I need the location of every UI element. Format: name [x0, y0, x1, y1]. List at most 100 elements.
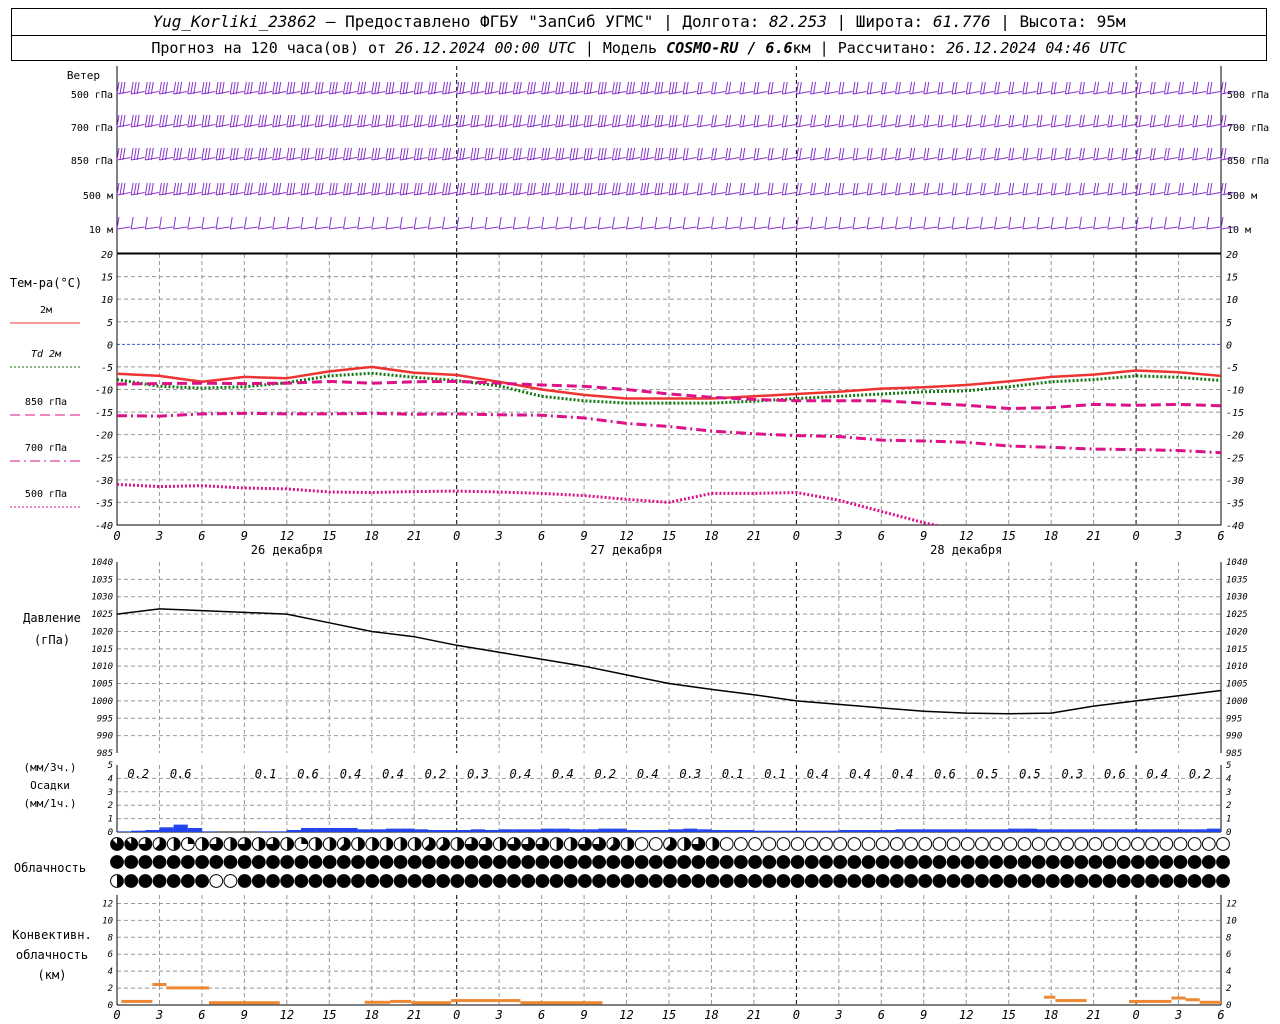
precip-bar	[442, 829, 457, 832]
wind-barb-feather	[855, 182, 859, 196]
cloud-symbol	[209, 874, 224, 888]
wind-barb-feather	[515, 81, 519, 95]
wind-barb-feather	[442, 147, 446, 161]
wind-barb	[555, 182, 570, 196]
cloud-symbol	[705, 874, 720, 888]
wind-barb-feather	[272, 81, 276, 95]
wind-barb-feather	[852, 114, 856, 128]
wind-barb-feather	[158, 147, 162, 161]
cloud-symbol	[195, 874, 209, 888]
wind-barb	[1163, 216, 1178, 230]
wind-barb-shaft	[768, 226, 782, 230]
wind-barb-shaft	[753, 124, 768, 128]
wind-barb-shaft	[966, 124, 980, 128]
wind-barb	[710, 114, 725, 128]
wind-barb	[909, 216, 924, 230]
wind-barb	[994, 147, 1009, 161]
wind-barb	[1050, 114, 1065, 128]
wind-barb-feather	[657, 81, 661, 95]
wind-barb-feather	[427, 182, 431, 196]
wind-barb	[767, 182, 782, 196]
wind-barb	[1121, 81, 1136, 95]
wind-barb-feather	[357, 81, 361, 95]
wind-barb	[215, 182, 230, 196]
pressure-tick-right: 985	[1226, 749, 1242, 759]
cloud-full	[422, 855, 436, 869]
wind-barb-feather	[798, 182, 802, 196]
precip-bar	[612, 828, 627, 832]
wind-barb-feather	[813, 81, 817, 95]
wind-barb	[314, 147, 329, 161]
cloud-outline	[762, 837, 777, 851]
wind-barb-feather	[328, 114, 332, 128]
convective-tick-left: 8	[108, 933, 113, 943]
wind-barb-shaft	[824, 192, 839, 196]
precip-bar	[541, 828, 556, 832]
wind-barb-feather	[232, 147, 236, 161]
cloud-symbol	[492, 874, 507, 888]
wind-barb	[442, 182, 457, 196]
wind-barb-feather	[951, 81, 955, 95]
precip-3h-total: 0.4	[552, 767, 574, 781]
cloud-symbol	[975, 837, 989, 851]
convective-x-tick: 9	[920, 1008, 927, 1022]
wind-barb-feather	[1036, 216, 1040, 230]
wind-barb-feather	[529, 114, 533, 128]
wind-barb-feather	[699, 114, 703, 128]
cloud-symbol	[1159, 874, 1174, 888]
temp-x-tick: 18	[704, 529, 718, 543]
wind-barb-feather	[926, 182, 930, 196]
wind-barb	[937, 81, 952, 95]
wind-barb-feather	[147, 81, 151, 95]
cloud-full	[762, 874, 777, 888]
wind-barb-feather	[317, 147, 321, 161]
wind-barb-feather	[1178, 216, 1182, 230]
wind-barb	[1135, 81, 1150, 95]
wind-barb-feather	[824, 114, 828, 128]
wind-barb-feather	[713, 114, 717, 128]
wind-barb	[555, 81, 570, 95]
wind-barb-feather	[1053, 114, 1057, 128]
wind-barb-shaft	[711, 91, 725, 95]
wind-barb-shaft	[753, 91, 768, 95]
wind-barb-feather	[583, 147, 587, 161]
wind-barb	[1135, 182, 1150, 196]
temp-x-tick: 15	[662, 529, 676, 543]
cloud-symbol	[620, 837, 635, 851]
wind-barb-shaft	[343, 226, 357, 230]
wind-barb-feather	[371, 147, 375, 161]
wind-barb	[498, 147, 513, 161]
wind-barb-feather	[442, 216, 446, 230]
wind-barb-feather	[300, 182, 304, 196]
wind-barb-feather	[923, 147, 927, 161]
wind-barb	[1206, 182, 1221, 196]
wind-barb-feather	[558, 147, 562, 161]
convective-tick-left: 6	[108, 950, 113, 960]
cloud-symbol	[209, 855, 224, 869]
cloud-symbol	[1017, 837, 1032, 851]
cloud-symbol	[138, 855, 153, 869]
wind-barb-feather	[360, 147, 364, 161]
wind-barb-feather	[1166, 114, 1170, 128]
precip-bar	[753, 830, 769, 832]
wind-barb-feather	[710, 81, 714, 95]
cloud-symbol	[124, 855, 139, 869]
cloud-outline	[946, 837, 961, 851]
wind-barb-feather	[286, 147, 290, 161]
wind-barb-shaft	[654, 226, 669, 230]
pressure-tick-right: 1035	[1226, 575, 1248, 585]
cloud-symbol	[606, 874, 621, 888]
wind-barb	[272, 216, 287, 230]
wind-barb	[682, 81, 697, 95]
cloud-symbol	[549, 837, 564, 851]
wind-barb	[569, 114, 584, 128]
wind-barb-feather	[1124, 182, 1128, 196]
wind-barb-feather	[668, 147, 672, 161]
wind-barb-feather	[459, 81, 463, 95]
wind-barb	[215, 147, 230, 161]
wind-barb-feather	[1025, 182, 1029, 196]
cloud-symbol	[464, 837, 479, 851]
cloud-full	[407, 874, 422, 888]
cloud-symbol	[875, 837, 890, 851]
cloud-full	[336, 874, 351, 888]
